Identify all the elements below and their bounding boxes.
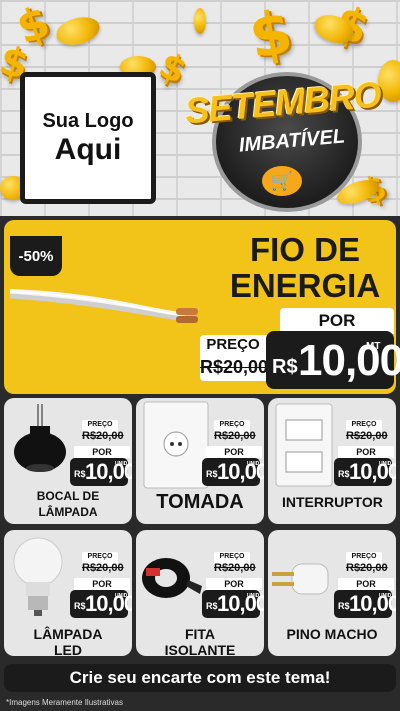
electric-wire-image bbox=[10, 289, 198, 323]
product-currency: R$ bbox=[206, 469, 218, 479]
dollar-sign-icon: $ bbox=[152, 44, 193, 93]
cta-banner[interactable]: Crie seu encarte com este tema! bbox=[4, 664, 396, 692]
featured-old-price: R$20,00 bbox=[200, 357, 269, 377]
product-name: FITA ISOLANTE bbox=[164, 626, 236, 656]
product-card[interactable]: PREÇO R$20,00 POR R$ 10,00 UNID LÂMPADA LED bbox=[4, 530, 132, 656]
product-por-label: POR bbox=[206, 578, 262, 590]
product-unit: UNID bbox=[115, 461, 128, 467]
light-switch-image bbox=[275, 403, 333, 487]
discount-badge: -50% bbox=[10, 236, 62, 276]
product-card[interactable]: PREÇO R$20,00 POR R$ 10,00 UNID FITA ISOLANTE bbox=[136, 530, 264, 656]
product-price-box: R$ 10,00 UNID bbox=[202, 458, 264, 486]
product-por-label: POR bbox=[74, 578, 130, 590]
logo-placeholder[interactable]: Sua Logo Aqui bbox=[20, 72, 156, 204]
product-old-price: R$20,00 bbox=[214, 562, 256, 574]
product-por-label: POR bbox=[206, 446, 262, 458]
gold-coin-icon bbox=[53, 12, 103, 50]
shopping-cart-icon: 🛒 bbox=[262, 166, 302, 196]
product-old-price: R$20,00 bbox=[346, 562, 388, 574]
product-currency: R$ bbox=[206, 601, 218, 611]
footnote: *Imagens Meramente Ilustrativas bbox=[6, 698, 123, 707]
electrical-tape-image bbox=[142, 558, 202, 598]
dollar-sign-icon: $ bbox=[244, 0, 298, 74]
product-price-box: R$ 10,00 UNID bbox=[70, 590, 132, 618]
product-name: TOMADA bbox=[156, 491, 244, 513]
product-old-price: R$20,00 bbox=[214, 430, 256, 442]
product-unit: UNID bbox=[247, 461, 260, 467]
product-currency: R$ bbox=[74, 601, 86, 611]
product-name: INTERRUPTOR bbox=[282, 494, 383, 510]
featured-preco-label: PREÇO bbox=[206, 336, 260, 353]
logo-line2: Aqui bbox=[54, 133, 122, 166]
product-old-price: R$20,00 bbox=[82, 562, 124, 574]
led-bulb-image bbox=[13, 537, 63, 616]
product-card[interactable]: PREÇO R$20,00 POR R$ 10,00 UNID TOMADA bbox=[136, 398, 264, 524]
product-old-price: R$20,00 bbox=[346, 430, 388, 442]
power-outlet-image bbox=[143, 401, 209, 489]
product-price-box: R$ 10,00 UNID bbox=[334, 590, 396, 618]
featured-title: FIO DE ENERGIA bbox=[210, 232, 400, 304]
product-old-price: R$20,00 bbox=[82, 430, 124, 442]
featured-currency: R$ bbox=[272, 356, 298, 378]
product-por-label: POR bbox=[74, 446, 130, 458]
product-unit: UNID bbox=[379, 593, 392, 599]
male-plug-image bbox=[272, 563, 329, 595]
product-por-label: POR bbox=[338, 446, 394, 458]
product-currency: R$ bbox=[74, 469, 86, 479]
product-unit: UNID bbox=[379, 461, 392, 467]
featured-title-line2: ENERGIA bbox=[229, 267, 381, 304]
product-por-label: POR bbox=[338, 578, 394, 590]
product-price-box: R$ 10,00 UNID bbox=[334, 458, 396, 486]
product-currency: R$ bbox=[338, 469, 350, 479]
product-price-box: R$ 10,00 UNID bbox=[202, 590, 264, 618]
product-card[interactable]: PREÇO R$20,00 POR R$ 10,00 UNID BOCAL DE LÂMPA… bbox=[4, 398, 132, 524]
product-card[interactable]: PREÇO R$20,00 POR R$ 10,00 UNID PINO MACHO bbox=[268, 530, 396, 656]
product-name: BOCAL DE LÂMPADA bbox=[36, 489, 100, 519]
logo-line1: Sua Logo bbox=[42, 110, 134, 132]
product-unit: UNID bbox=[115, 593, 128, 599]
featured-title-line1: FIO DE bbox=[249, 231, 360, 268]
product-card[interactable]: PREÇO R$20,00 POR R$ 10,00 UNID INTERRUPTOR bbox=[268, 398, 396, 524]
product-unit: UNID bbox=[247, 593, 260, 599]
featured-unit: MT bbox=[366, 341, 381, 352]
product-price-box: R$ 10,00 UNID bbox=[70, 458, 132, 486]
product-currency: R$ bbox=[338, 601, 350, 611]
product-name: LÂMPADA LED bbox=[33, 626, 103, 656]
featured-price: 10,00 bbox=[298, 336, 400, 385]
product-name: PINO MACHO bbox=[286, 626, 378, 642]
lamp-socket-image bbox=[14, 404, 66, 472]
gold-coin-icon bbox=[194, 8, 206, 34]
